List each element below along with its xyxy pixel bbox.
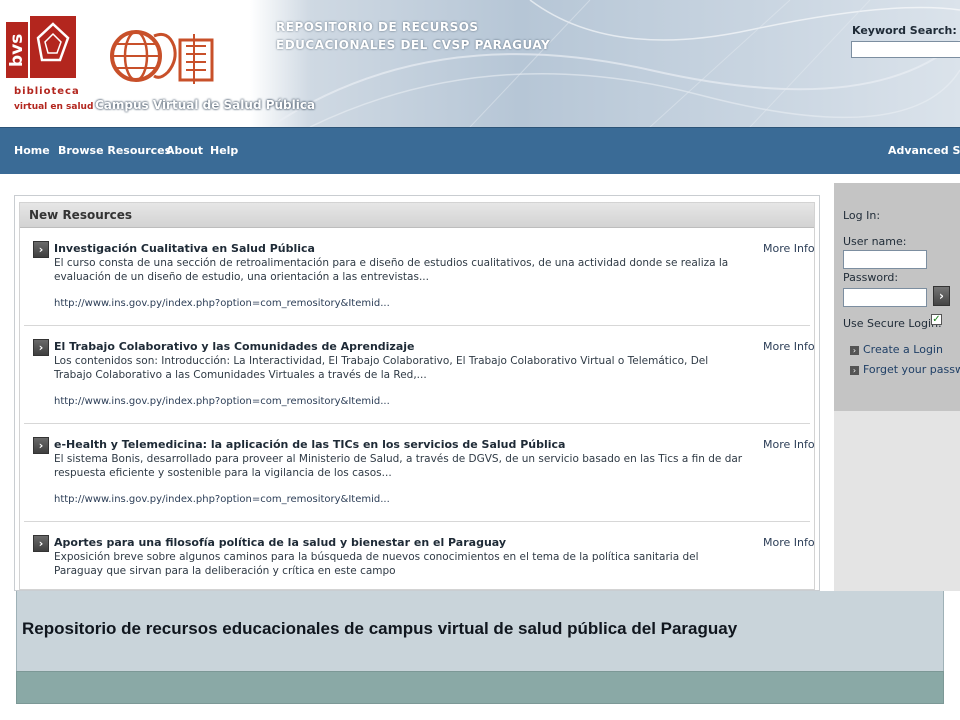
nav-home[interactable]: Home	[14, 144, 50, 157]
forgot-password-text: Forget your password	[863, 363, 960, 376]
resource-item: › e-Health y Telemedicina: la aplicación…	[24, 424, 815, 522]
create-login-link[interactable]: › Create a Login	[850, 343, 943, 356]
bvs-logo[interactable]: bvs biblioteca virtual en salud	[6, 16, 93, 120]
campus-name: Campus Virtual de Salud Pública	[95, 98, 316, 112]
resource-description: El curso consta de una sección de retroa…	[54, 257, 729, 283]
secure-login-checkbox[interactable]: ✓	[931, 314, 942, 325]
forgot-password-link[interactable]: › Forget your password	[850, 363, 960, 376]
campus-virtual-logo[interactable]	[108, 26, 218, 86]
nav-help[interactable]: Help	[210, 144, 238, 157]
new-resources-panel: New Resources › Investigación Cualitativ…	[14, 195, 820, 591]
keyword-search-input[interactable]	[851, 41, 960, 58]
bvs-mark: bvs	[6, 22, 28, 78]
caption-footer-bar	[16, 671, 944, 704]
nav-advanced-search[interactable]: Advanced Sea	[888, 144, 960, 157]
more-info-link[interactable]: More Info	[763, 536, 815, 549]
resource-title[interactable]: e-Health y Telemedicina: la aplicación d…	[54, 438, 565, 451]
expand-arrow-icon[interactable]: ›	[33, 339, 49, 356]
more-info-link[interactable]: More Info	[763, 242, 815, 255]
password-label: Password:	[843, 271, 899, 284]
resource-item: › Investigación Cualitativa en Salud Púb…	[24, 228, 815, 326]
resource-url[interactable]: http://www.ins.gov.py/index.php?option=c…	[54, 396, 390, 407]
secure-login-label: Use Secure Login:	[843, 317, 942, 330]
more-info-link[interactable]: More Info	[763, 340, 815, 353]
caption-panel: Repositorio de recursos educacionales de…	[16, 591, 944, 671]
resource-url[interactable]: http://www.ins.gov.py/index.php?option=c…	[54, 494, 390, 505]
repository-title-line2: EDUCACIONALES DEL CVSP PARAGUAY	[276, 38, 551, 52]
resource-title[interactable]: El Trabajo Colaborativo y las Comunidade…	[54, 340, 414, 353]
login-panel: Log In: User name: Password: › Use Secur…	[834, 183, 960, 411]
new-resources-title: New Resources	[20, 203, 814, 228]
bvs-word-biblioteca: biblioteca	[14, 86, 80, 97]
repository-title: REPOSITORIO DE RECURSOS EDUCACIONALES DE…	[276, 18, 550, 54]
bullet-icon: ›	[850, 346, 859, 355]
nav-about[interactable]: About	[166, 144, 203, 157]
header-banner: bvs biblioteca virtual en salud Campus V…	[0, 0, 960, 127]
resource-description: Los contenidos son: Introducción: La Int…	[54, 355, 709, 381]
resource-item: › El Trabajo Colaborativo y las Comunida…	[24, 326, 815, 424]
expand-arrow-icon[interactable]: ›	[33, 535, 49, 552]
more-info-link[interactable]: More Info	[763, 438, 815, 451]
nav-browse-resources[interactable]: Browse Resources	[58, 144, 171, 157]
resource-description: Exposición breve sobre algunos caminos p…	[54, 551, 699, 577]
resource-url[interactable]: http://www.ins.gov.py/index.php?option=c…	[54, 298, 390, 309]
repository-title-line1: REPOSITORIO DE RECURSOS	[276, 20, 479, 34]
resource-title[interactable]: Investigación Cualitativa en Salud Públi…	[54, 242, 315, 255]
keyword-search-label: Keyword Search:	[852, 24, 957, 37]
create-login-text: Create a Login	[863, 343, 943, 356]
resource-title[interactable]: Aportes para una filosofía política de l…	[54, 536, 506, 549]
username-input[interactable]	[843, 250, 927, 269]
bvs-emblem	[30, 16, 76, 78]
expand-arrow-icon[interactable]: ›	[33, 241, 49, 258]
sidebar-background	[834, 411, 960, 591]
bullet-icon: ›	[850, 366, 859, 375]
expand-arrow-icon[interactable]: ›	[33, 437, 49, 454]
username-label: User name:	[843, 235, 907, 248]
main-nav: Home Browse Resources About Help Advance…	[0, 127, 960, 174]
bvs-word-virtual: virtual en salud	[14, 102, 94, 112]
caption-text: Repositorio de recursos educacionales de…	[22, 619, 738, 638]
login-submit-button[interactable]: ›	[933, 286, 950, 306]
password-input[interactable]	[843, 288, 927, 307]
login-title: Log In:	[843, 209, 881, 222]
resource-description: El sistema Bonis, desarrollado para prov…	[54, 453, 743, 479]
